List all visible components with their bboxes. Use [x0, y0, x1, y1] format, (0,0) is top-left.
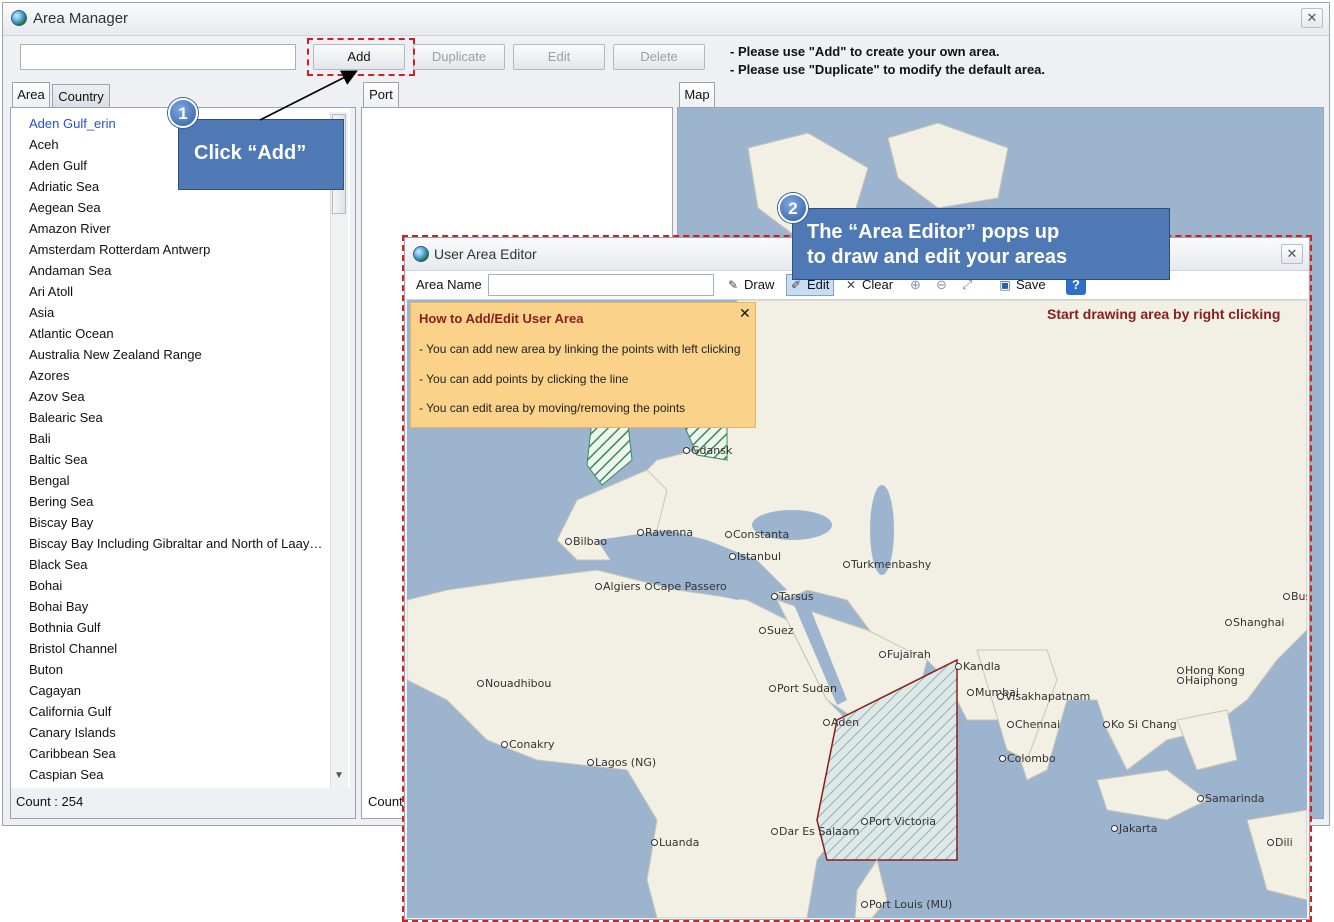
list-item[interactable]: Bohai Bay	[29, 599, 88, 614]
list-item[interactable]: California Gulf	[29, 704, 111, 719]
step1-arrow-icon	[259, 70, 358, 121]
list-item[interactable]: Aden Gulf_erin	[29, 116, 116, 131]
list-item[interactable]: Canary Islands	[29, 725, 116, 740]
howto-title: How to Add/Edit User Area	[419, 311, 584, 326]
list-item[interactable]: Aegean Sea	[29, 200, 101, 215]
list-item[interactable]: Bering Sea	[29, 494, 93, 509]
tab-port[interactable]: Port	[363, 82, 399, 108]
list-item[interactable]: Bali	[29, 431, 51, 446]
step2-line-2: to draw and edit your areas	[807, 246, 1068, 268]
tab-country[interactable]: Country	[52, 84, 110, 108]
list-item[interactable]: Adriatic Sea	[29, 179, 99, 194]
instruction-note-2: - Please use "Duplicate" to modify the d…	[730, 62, 1046, 77]
list-item[interactable]: Biscay Bay	[29, 515, 93, 530]
list-item[interactable]: Bohai	[29, 578, 62, 593]
list-item[interactable]: Baltic Sea	[29, 452, 88, 467]
delete-button[interactable]: Delete	[613, 44, 705, 70]
list-item[interactable]: Caspian Sea	[29, 767, 103, 782]
step2-line-1: The “Area Editor” pops up	[807, 221, 1060, 243]
tab-map[interactable]: Map	[679, 82, 715, 108]
list-item[interactable]: Azores	[29, 368, 69, 383]
step1-callout: Click “Add”	[178, 119, 344, 190]
howto-close-icon[interactable]: ✕	[739, 305, 751, 322]
duplicate-button[interactable]: Duplicate	[413, 44, 505, 70]
area-list-scrollbar[interactable]: ▼	[330, 112, 348, 788]
list-item[interactable]: Amsterdam Rotterdam Antwerp	[29, 242, 210, 257]
area-count: Count : 254	[16, 794, 84, 809]
howto-panel: How to Add/Edit User Area ✕ - You can ad…	[410, 302, 756, 428]
list-item[interactable]: Black Sea	[29, 557, 88, 572]
howto-line-2: - You can add points by clicking the lin…	[419, 372, 629, 386]
list-item[interactable]: Azov Sea	[29, 389, 85, 404]
edit-button[interactable]: Edit	[513, 44, 605, 70]
howto-line-3: - You can edit area by moving/removing t…	[419, 401, 686, 415]
scroll-down-arrow-icon[interactable]: ▼	[333, 770, 345, 782]
list-item[interactable]: Bengal	[29, 473, 69, 488]
area-manager-titlebar: Area Manager ✕	[3, 3, 1329, 36]
list-item[interactable]: Balearic Sea	[29, 410, 103, 425]
list-item[interactable]: Amazon River	[29, 221, 111, 236]
list-item[interactable]: Bristol Channel	[29, 641, 117, 656]
list-item[interactable]: Australia New Zealand Range	[29, 347, 202, 362]
list-item[interactable]: Cagayan	[29, 683, 81, 698]
drawing-hint: Start drawing area by right clicking	[1047, 306, 1281, 322]
list-item[interactable]: Asia	[29, 305, 54, 320]
list-item[interactable]: Buton	[29, 662, 63, 677]
list-item[interactable]: Aceh	[29, 137, 59, 152]
list-item[interactable]: Ari Atoll	[29, 284, 73, 299]
list-item[interactable]: Andaman Sea	[29, 263, 111, 278]
close-button[interactable]: ✕	[1301, 8, 1323, 28]
list-item[interactable]: Atlantic Ocean	[29, 326, 114, 341]
list-item[interactable]: Biscay Bay Including Gibraltar and North…	[29, 536, 322, 551]
howto-line-1: - You can add new area by linking the po…	[419, 342, 741, 356]
port-count: Count	[368, 794, 403, 809]
window-title: Area Manager	[33, 10, 129, 27]
step2-badge: 2	[778, 193, 808, 223]
list-item[interactable]: Bothnia Gulf	[29, 620, 101, 635]
instruction-note-1: - Please use "Add" to create your own ar…	[730, 44, 1000, 59]
tab-area[interactable]: Area	[12, 82, 50, 108]
step1-badge: 1	[168, 98, 198, 128]
list-item[interactable]: Caribbean Sea	[29, 746, 116, 761]
list-item[interactable]: Aden Gulf	[29, 158, 87, 173]
step2-callout: The “Area Editor” pops up to draw and ed…	[792, 208, 1170, 280]
globe-icon	[11, 10, 27, 26]
area-list[interactable]: Aden Gulf_erin Aceh Aden Gulf Adriatic Sea A…	[11, 108, 350, 788]
